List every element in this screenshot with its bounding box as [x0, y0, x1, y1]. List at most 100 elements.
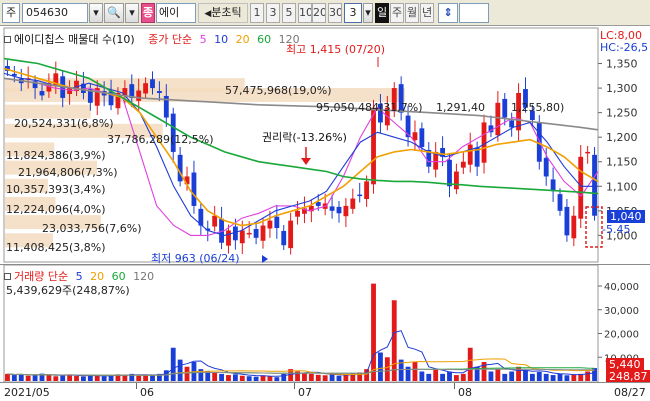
stock-name-value: 에이	[159, 6, 180, 19]
candle-body	[481, 122, 487, 163]
candle-body	[67, 88, 73, 94]
period-label: 5	[285, 6, 293, 19]
yearly-button[interactable]: 년	[420, 3, 434, 23]
volume-bar	[308, 373, 314, 381]
chevron-down-icon: ▾	[93, 6, 99, 19]
candle-body	[295, 210, 300, 217]
period-button-10[interactable]: 10	[298, 3, 312, 23]
profile-label: 1,291,40	[436, 101, 485, 114]
candle-body	[246, 232, 252, 235]
custom-period-value: 3	[349, 6, 357, 19]
y-tick-label: 1,100	[606, 180, 638, 193]
candle-body	[571, 215, 577, 239]
profile-label: 57,475,968(19,0%)	[225, 84, 332, 97]
weekly-button[interactable]: 주	[390, 3, 404, 23]
chart-title: 에이디칩스 매물대 수(10)	[14, 33, 135, 46]
period-button-20[interactable]: 20	[312, 3, 326, 23]
rights-arrow-head	[301, 158, 311, 165]
volume-bar	[329, 374, 335, 381]
monthly-button[interactable]: 월	[405, 3, 419, 23]
volume-bar	[46, 374, 52, 381]
volume-bar	[143, 375, 149, 381]
custom-period-select[interactable]: 3	[344, 3, 362, 23]
vol-ma5-legend: 5	[75, 270, 83, 283]
volume-bar	[101, 376, 107, 381]
candle-body	[288, 220, 294, 249]
profile-label: 95,050,484(31,7%)	[316, 101, 423, 114]
candle-body	[226, 230, 231, 246]
volume-bar	[447, 371, 452, 381]
vol-ma60-legend: 60	[111, 270, 126, 283]
candle-body	[412, 132, 418, 141]
candle-body	[550, 179, 556, 192]
period-button-1[interactable]: 1	[250, 3, 264, 23]
volume-bar	[170, 347, 176, 381]
volume-bar	[11, 375, 17, 381]
market-select[interactable]: 주	[2, 3, 20, 23]
volume-bar	[509, 371, 515, 381]
date-label: 07	[298, 386, 312, 399]
candle-body	[557, 194, 563, 211]
custom-period-dropdown[interactable]: ▾	[363, 3, 373, 23]
volume-bar	[495, 369, 501, 381]
volume-bar	[302, 372, 307, 381]
monthly-label: 월	[406, 6, 418, 19]
period-label: 3	[269, 6, 277, 19]
volume-bar	[453, 375, 459, 381]
updown-arrow-icon: ⇕	[443, 6, 453, 19]
y-tick-label: 1,150	[606, 156, 638, 169]
chart-toolbar: 주 054630 ▾ 🔍 ▾ 종 에이 ◀분초틱 1 3 5 10 20 30 …	[0, 0, 650, 26]
tag-badge[interactable]: 종	[141, 3, 155, 23]
ma-legend-label: 종가 단순	[148, 33, 193, 46]
ma60-legend: 60	[257, 33, 272, 46]
period-button-30[interactable]: 30	[328, 3, 342, 23]
volume-bar	[315, 374, 321, 381]
candle-body	[274, 216, 280, 228]
search-button[interactable]: 🔍	[104, 3, 124, 23]
stock-name-field[interactable]: 에이	[156, 3, 196, 23]
candle-body	[364, 181, 370, 200]
period-label: 10	[299, 6, 312, 19]
interval-type-label: 분초틱	[211, 6, 242, 19]
stock-menu-button[interactable]: ▾	[125, 3, 139, 23]
volume-bar	[163, 370, 169, 381]
last-price-tag: 1,040	[607, 210, 645, 223]
candle-body	[232, 226, 238, 241]
volume-bar	[460, 373, 466, 381]
profile-label: 11,408,425(3,8%)	[6, 241, 106, 254]
profile-label: 20,524,331(6,8%)	[14, 117, 114, 130]
interval-type-selector[interactable]: ◀분초틱	[198, 3, 248, 23]
volume-bar	[384, 357, 390, 381]
daily-button[interactable]: 일	[375, 3, 389, 23]
candle-body	[260, 225, 266, 241]
candle-body	[143, 83, 149, 94]
tag-label: 종	[142, 6, 154, 19]
volume-y-tick-label: 30,000	[604, 306, 639, 317]
volume-y-tick-label: 40,000	[604, 282, 639, 293]
candle-body	[156, 91, 162, 93]
profile-label: 12,224,096(4,0%)	[6, 203, 106, 216]
volume-bar	[322, 375, 328, 381]
volume-bar	[523, 370, 528, 381]
profile-label: 10,357,393(3,4%)	[6, 183, 106, 196]
market-label: 주	[5, 6, 17, 19]
period-button-3[interactable]: 3	[266, 3, 280, 23]
square-icon	[4, 273, 11, 280]
ma5-legend: 5	[199, 33, 207, 46]
candle-body	[336, 206, 342, 214]
period-button-5[interactable]: 5	[282, 3, 296, 23]
volume-bar	[253, 376, 259, 381]
date-label: 08/27	[614, 386, 646, 399]
yearly-label: 년	[421, 6, 433, 19]
date-label: 06	[140, 386, 154, 399]
candle-body	[329, 206, 335, 211]
updown-scroll-button[interactable]: ⇕	[438, 3, 458, 23]
code-dropdown-button[interactable]: ▾	[89, 3, 103, 23]
date-tick	[454, 383, 455, 389]
date-input[interactable]	[459, 3, 489, 23]
volume-bar	[32, 375, 38, 381]
y-tick-label: 1,300	[606, 82, 638, 95]
volume-bar	[281, 373, 287, 381]
stock-code-input[interactable]: 054630	[22, 3, 88, 23]
candle-body	[239, 230, 245, 244]
